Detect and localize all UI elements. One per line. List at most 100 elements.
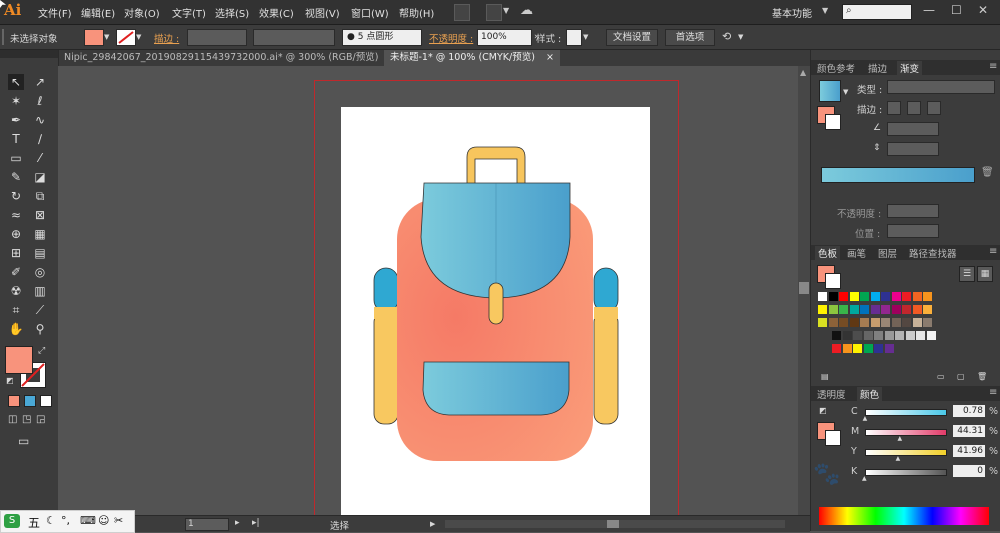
menu-file[interactable]: 文件(F) — [38, 5, 72, 20]
bag-flap[interactable] — [420, 182, 571, 299]
delete-swatch-icon[interactable]: 🗑 — [977, 372, 987, 381]
bag-handle[interactable] — [466, 146, 526, 187]
gradient-opacity-input[interactable] — [887, 204, 939, 218]
none-mode-icon[interactable] — [40, 395, 52, 407]
fill-chevron-icon[interactable]: ▼ — [104, 33, 109, 41]
tab-color-guide[interactable]: 颜色参考 — [817, 61, 855, 75]
menu-window[interactable]: 窗口(W) — [351, 5, 389, 20]
maximize-button[interactable]: ☐ — [951, 3, 962, 17]
vertical-scrollbar[interactable]: ▲ — [798, 66, 810, 515]
close-tab-icon[interactable]: × — [546, 52, 554, 63]
tab-brushes[interactable]: 画笔 — [847, 246, 866, 260]
hscroll-thumb[interactable] — [607, 520, 619, 528]
swap-fill-stroke-icon[interactable]: ⤢ — [38, 346, 45, 356]
stroke-color-button[interactable] — [116, 29, 136, 46]
color-swatch[interactable] — [891, 305, 901, 314]
color-swatch[interactable] — [839, 305, 848, 314]
cmyk-slider-track[interactable] — [865, 449, 947, 456]
color-stroke-swatch[interactable] — [825, 430, 841, 446]
eyedropper-tool-icon[interactable]: ✐ — [8, 264, 24, 280]
aspect-ratio-input[interactable] — [887, 142, 939, 156]
color-swatch[interactable] — [891, 292, 901, 301]
artboard-tool-icon[interactable]: ⌗ — [8, 302, 24, 318]
front-pocket[interactable] — [422, 361, 570, 416]
stroke-along-button[interactable] — [907, 101, 921, 115]
draw-inside-icon[interactable]: ◲ — [36, 414, 45, 425]
color-swatch[interactable] — [912, 292, 922, 301]
default-colors-icon[interactable]: ◩ — [6, 376, 14, 385]
color-swatch[interactable] — [860, 292, 869, 301]
gradient-preview[interactable] — [819, 80, 841, 102]
graphic-style-button[interactable] — [566, 29, 582, 46]
color-swatch[interactable] — [881, 305, 890, 314]
ime-settings-icon[interactable]: ✂ — [114, 514, 123, 527]
gradient-slider[interactable] — [821, 167, 975, 183]
tab-color[interactable]: 颜色 — [857, 387, 883, 401]
swatch-library-icon[interactable]: ▤ — [821, 372, 829, 381]
zoom-tool-icon[interactable]: ⚲ — [32, 321, 48, 337]
ime-keyboard-icon[interactable]: ⌨ — [80, 514, 96, 527]
color-swatch[interactable] — [860, 305, 869, 314]
new-swatch-icon[interactable]: ▢ — [957, 372, 965, 381]
new-color-group-icon[interactable]: ▭ — [937, 372, 945, 381]
symbol-sprayer-tool-icon[interactable]: ☢ — [8, 283, 24, 299]
color-swatch[interactable] — [849, 292, 859, 301]
color-swatch[interactable] — [926, 331, 936, 340]
cmyk-slider-thumb[interactable]: ▲ — [863, 415, 868, 422]
color-swatch[interactable] — [849, 318, 859, 327]
thumbnail-view-icon[interactable]: ▦ — [977, 266, 993, 282]
color-swatch[interactable] — [884, 331, 894, 340]
color-swatch[interactable] — [923, 292, 932, 301]
color-swatch[interactable] — [870, 305, 880, 314]
color-swatch[interactable] — [870, 292, 880, 301]
opacity-label[interactable]: 不透明度 : — [429, 31, 473, 45]
brush-definition[interactable]: ● 5 点圆形 — [342, 29, 422, 46]
flap-buckle[interactable] — [488, 282, 504, 325]
cmyk-slider-track[interactable] — [865, 469, 947, 476]
backpack-illustration[interactable] — [341, 107, 650, 515]
ime-punct-icon[interactable]: °, — [61, 514, 70, 527]
align-chevron-icon[interactable]: ▼ — [738, 33, 743, 41]
tab-transparency[interactable]: 透明度 — [817, 387, 846, 401]
color-swatch[interactable] — [828, 318, 838, 327]
scroll-up-icon[interactable]: ▲ — [800, 68, 806, 77]
color-default-icon[interactable]: ◩ — [819, 406, 827, 415]
swatches-menu-icon[interactable]: ≡ — [989, 246, 997, 257]
color-swatch[interactable] — [891, 318, 901, 327]
curvature-tool-icon[interactable]: ∿ — [32, 112, 48, 128]
cmyk-slider-thumb[interactable]: ▲ — [897, 435, 902, 442]
gradient-stroke-swatch[interactable] — [825, 114, 841, 130]
tab-stroke[interactable]: 描边 — [868, 61, 887, 75]
ime-user-icon[interactable]: ☺ — [98, 514, 109, 527]
cmyk-value-input[interactable]: 44.31 — [953, 425, 985, 437]
color-swatch[interactable] — [818, 305, 827, 314]
tab-layers[interactable]: 图层 — [878, 246, 897, 260]
color-swatch[interactable] — [818, 292, 827, 301]
color-swatch[interactable] — [828, 292, 838, 301]
document-setup-button[interactable]: 文档设置 — [606, 29, 658, 46]
right-strap[interactable] — [593, 267, 619, 425]
sync-icon[interactable]: ☁ — [520, 3, 533, 18]
ime-logo-icon[interactable]: S — [4, 514, 20, 528]
selection-tool-icon[interactable]: ↖ — [8, 74, 24, 90]
cmyk-slider-track[interactable] — [865, 409, 947, 416]
color-swatch[interactable] — [863, 331, 873, 340]
color-swatch[interactable] — [832, 344, 841, 353]
color-swatch[interactable] — [902, 305, 911, 314]
color-menu-icon[interactable]: ≡ — [989, 387, 997, 398]
panel-menu-icon[interactable]: ≡ — [989, 61, 997, 72]
workspace-switcher[interactable]: 基本功能 — [772, 5, 812, 20]
fill-color-button[interactable] — [84, 29, 104, 46]
artboard-number-input[interactable]: 1 — [185, 518, 229, 531]
style-chevron-icon[interactable]: ▼ — [583, 33, 588, 41]
chevron-down-icon[interactable]: ▼ — [503, 6, 509, 15]
tab-gradient[interactable]: 渐变 — [897, 61, 923, 75]
horizontal-scrollbar[interactable] — [445, 520, 785, 528]
gradient-position-input[interactable] — [887, 224, 939, 238]
color-spectrum[interactable] — [819, 507, 989, 525]
artboard[interactable] — [341, 107, 650, 515]
shape-builder-tool-icon[interactable]: ⊕ — [8, 226, 24, 242]
cmyk-slider-track[interactable] — [865, 429, 947, 436]
color-swatch[interactable] — [895, 331, 904, 340]
last-artboard-icon[interactable]: ▸| — [252, 518, 260, 528]
